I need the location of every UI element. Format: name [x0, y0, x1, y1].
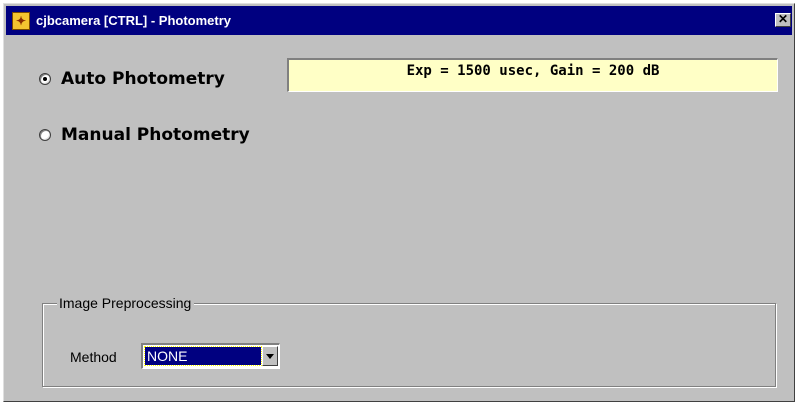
manual-photometry-option[interactable]: Manual Photometry — [39, 125, 250, 145]
method-selected-value[interactable]: NONE — [144, 346, 262, 366]
image-preprocessing-label: Image Preprocessing — [57, 295, 195, 311]
running-man-icon: ✦ — [12, 11, 30, 30]
dropdown-button[interactable] — [262, 346, 278, 366]
image-preprocessing-group: Image Preprocessing Method NONE — [42, 295, 776, 387]
manual-photometry-radio[interactable] — [39, 129, 51, 141]
close-button[interactable]: ✕ — [775, 13, 791, 27]
window-title: cjbcamera [CTRL] - Photometry — [36, 13, 232, 28]
method-label: Method — [70, 349, 117, 365]
method-select[interactable]: NONE — [141, 343, 280, 369]
auto-photometry-option[interactable]: Auto Photometry — [39, 69, 225, 89]
close-icon: ✕ — [777, 12, 789, 26]
auto-photometry-radio[interactable] — [39, 73, 51, 85]
auto-photometry-label: Auto Photometry — [61, 69, 225, 89]
exposure-gain-status: Exp = 1500 usec, Gain = 200 dB — [287, 58, 778, 92]
chevron-down-icon — [266, 354, 274, 359]
manual-photometry-label: Manual Photometry — [61, 125, 250, 145]
title-bar[interactable]: ✦ cjbcamera [CTRL] - Photometry ✕ — [6, 6, 792, 35]
photometry-window: ✦ cjbcamera [CTRL] - Photometry ✕ Auto P… — [3, 3, 795, 402]
